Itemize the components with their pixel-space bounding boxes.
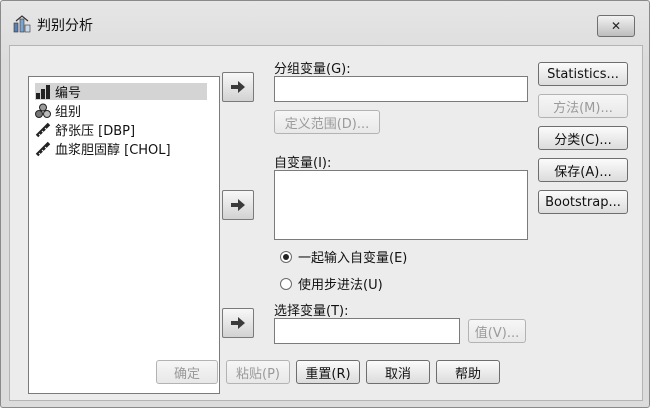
stepwise-radio[interactable]: 使用步进法(U) xyxy=(280,274,383,293)
arrow-right-icon xyxy=(231,81,245,93)
save-button[interactable]: 保存(A)... xyxy=(538,158,628,182)
variable-item-label: 舒张压 [DBP] xyxy=(55,124,136,139)
title-bar[interactable]: 判别分析 ✕ xyxy=(1,1,649,45)
dialog-client-area: 编号 组别 舒张压 [DBP] 血浆胆固醇 [CHOL] 分组变量(G): 定义… xyxy=(9,45,643,401)
variable-item-label: 编号 xyxy=(55,86,82,101)
scale-ruler-icon xyxy=(35,141,51,156)
source-variable-list[interactable]: 编号 组别 舒张压 [DBP] 血浆胆固醇 [CHOL] xyxy=(28,76,220,394)
bootstrap-button[interactable]: Bootstrap... xyxy=(538,190,628,214)
value-button[interactable]: 值(V)... xyxy=(468,319,526,343)
close-icon: ✕ xyxy=(610,19,622,33)
variable-item-label: 血浆胆固醇 [CHOL] xyxy=(55,143,171,158)
move-to-grouping-button[interactable] xyxy=(222,72,254,102)
paste-button[interactable]: 粘贴(P) xyxy=(226,360,290,384)
method-button[interactable]: 方法(M)... xyxy=(538,94,628,118)
help-button[interactable]: 帮助 xyxy=(436,360,500,384)
independents-label: 自变量(I): xyxy=(274,156,332,171)
independents-list[interactable] xyxy=(274,170,528,240)
define-range-button[interactable]: 定义范围(D)... xyxy=(274,110,380,134)
ok-button[interactable]: 确定 xyxy=(156,360,218,384)
statistics-button[interactable]: Statistics... xyxy=(538,62,628,86)
discriminant-analysis-dialog: 判别分析 ✕ 编号 组别 舒张压 [DBP] 血浆胆固醇 [CHOL] 分组变量… xyxy=(0,0,650,408)
reset-button[interactable]: 重置(R) xyxy=(296,360,360,384)
enter-together-radio[interactable]: 一起输入自变量(E) xyxy=(280,247,407,266)
close-button[interactable]: ✕ xyxy=(597,15,635,37)
arrow-right-icon xyxy=(231,317,245,329)
variable-item-dbp[interactable]: 舒张压 [DBP] xyxy=(35,121,136,139)
window-title: 判别分析 xyxy=(37,18,93,34)
classify-button[interactable]: 分类(C)... xyxy=(538,126,628,150)
variable-item-group[interactable]: 组别 xyxy=(35,102,82,120)
stepwise-label: 使用步进法(U) xyxy=(298,278,383,293)
radio-checked-icon xyxy=(280,250,292,263)
scale-ruler-icon xyxy=(35,122,51,137)
move-to-selection-button[interactable] xyxy=(222,308,254,338)
variable-item-chol[interactable]: 血浆胆固醇 [CHOL] xyxy=(35,140,171,158)
move-to-independents-button[interactable] xyxy=(222,190,254,220)
arrow-right-icon xyxy=(231,199,245,211)
selection-variable-field[interactable] xyxy=(274,318,460,344)
scale-ruler-icon xyxy=(36,84,50,99)
variable-item-label: 组别 xyxy=(55,105,82,120)
grouping-variable-label: 分组变量(G): xyxy=(274,62,351,77)
variable-item-id[interactable]: 编号 xyxy=(35,83,207,101)
enter-together-label: 一起输入自变量(E) xyxy=(298,251,408,266)
discriminant-app-icon xyxy=(13,15,31,33)
nominal-balls-icon xyxy=(35,103,51,118)
cancel-button[interactable]: 取消 xyxy=(366,360,430,384)
selection-variable-label: 选择变量(T): xyxy=(274,304,349,319)
radio-unchecked-icon xyxy=(280,277,292,290)
grouping-variable-field[interactable] xyxy=(274,76,528,102)
